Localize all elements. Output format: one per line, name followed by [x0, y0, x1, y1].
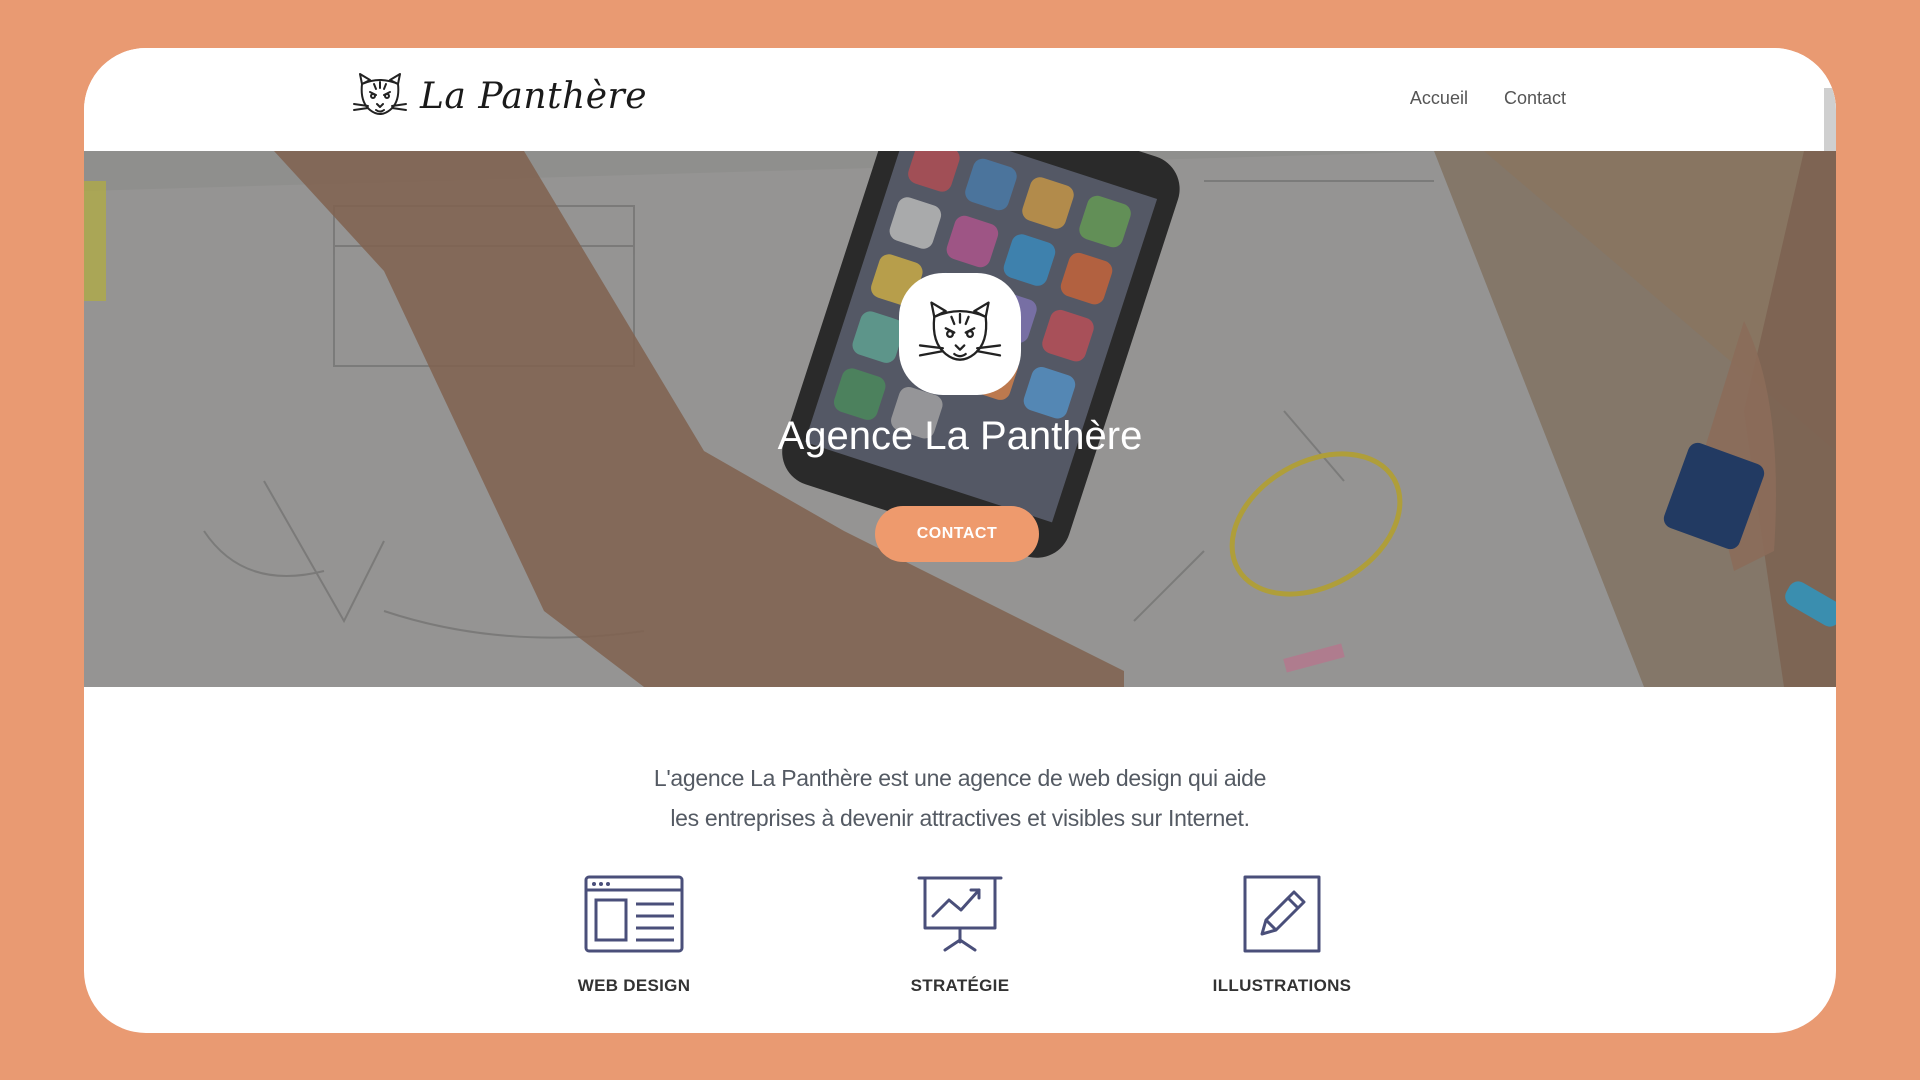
- services-section: WEB DESIGN STRATÉGIE ILLUSTRATIONS: [84, 874, 1836, 1014]
- site-header: La Panthère Accueil Contact: [84, 48, 1836, 151]
- hero-logo-badge: [899, 273, 1021, 395]
- browser-frame: La Panthère Accueil Contact Agence La Pa…: [84, 48, 1836, 1033]
- service-label-illustrations: ILLUSTRATIONS: [1212, 976, 1352, 995]
- strategy-presentation-icon: [917, 876, 1003, 952]
- intro-text: L'agence La Panthère est une agence de w…: [84, 758, 1836, 838]
- scrollbar[interactable]: [1824, 88, 1836, 151]
- intro-line-1: L'agence La Panthère est une agence de w…: [653, 765, 1267, 791]
- service-label-web-design: WEB DESIGN: [577, 976, 691, 995]
- nav-link-accueil[interactable]: Accueil: [1410, 88, 1468, 109]
- intro-line-2: les entreprises à devenir attractives et…: [670, 805, 1250, 831]
- panther-head-icon: [918, 301, 1002, 361]
- service-strategie[interactable]: STRATÉGIE: [830, 874, 1090, 996]
- contact-button[interactable]: CONTACT: [875, 506, 1039, 562]
- service-web-design[interactable]: WEB DESIGN: [504, 874, 764, 996]
- pencil-icon: [1243, 875, 1321, 953]
- nav-link-contact[interactable]: Contact: [1504, 88, 1566, 109]
- web-design-icon: [584, 875, 684, 953]
- main-nav: Accueil Contact: [1410, 88, 1566, 109]
- brand-name: La Panthère: [420, 75, 648, 117]
- service-label-strategie: STRATÉGIE: [910, 976, 1010, 995]
- service-illustrations[interactable]: ILLUSTRATIONS: [1152, 874, 1412, 996]
- hero-title: Agence La Panthère: [777, 414, 1143, 458]
- panther-logo-icon: [353, 73, 407, 115]
- hero-banner: Agence La Panthère CONTACT: [84, 151, 1836, 687]
- site-logo[interactable]: La Panthère: [350, 68, 647, 124]
